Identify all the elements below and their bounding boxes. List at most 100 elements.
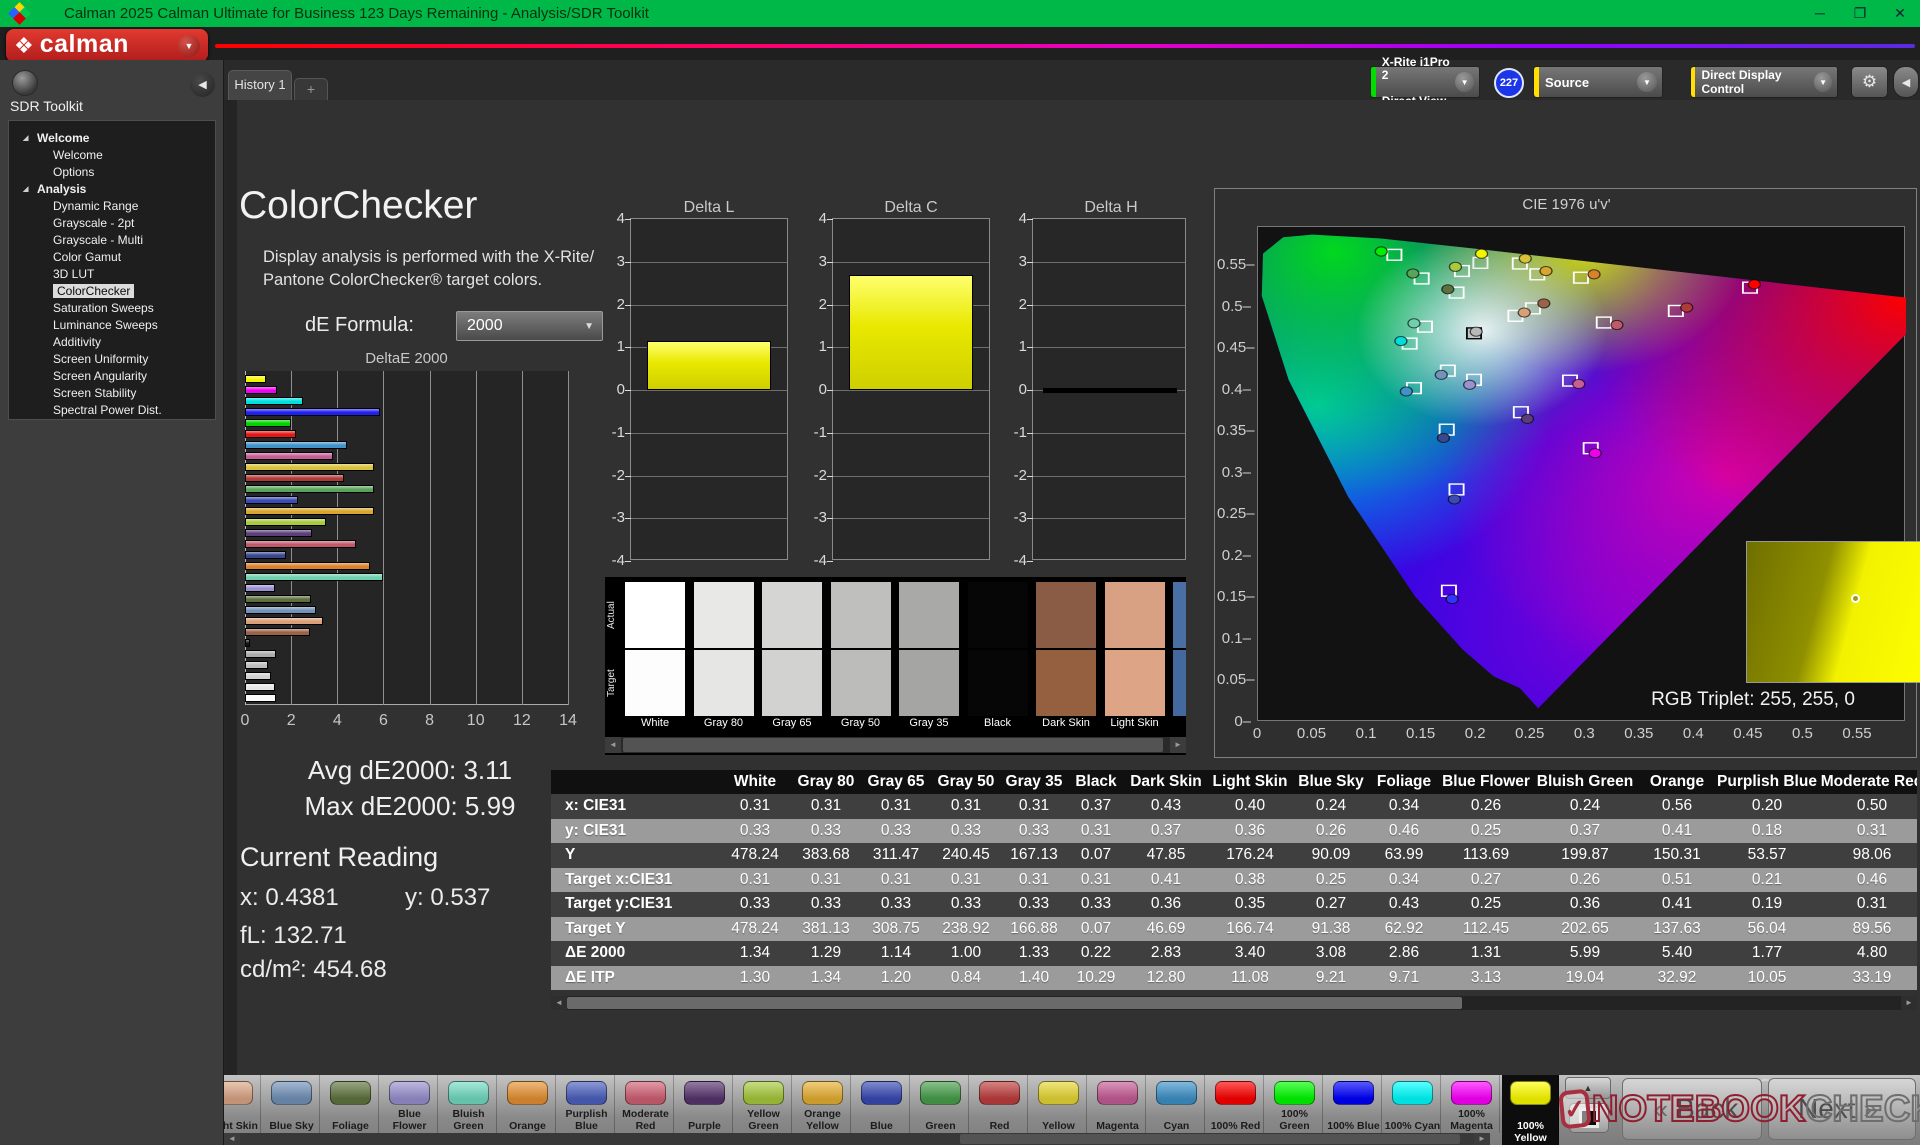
sidebar-item-dynamic-range[interactable]: Dynamic Range [9,197,215,214]
table-cell: Gray 50 [937,773,995,790]
patch-button-100-cyan[interactable]: 100% Cyan [1384,1075,1441,1133]
patch-button-orange-yellow[interactable]: Orange Yellow [794,1075,851,1133]
sidebar-item-analysis[interactable]: ◢ Analysis [9,180,215,197]
patch-button-100-green[interactable]: 100% Green [1266,1075,1323,1133]
patch-button-bluish-green[interactable]: Bluish Green [440,1075,497,1133]
patch-button-100-magenta[interactable]: 100% Magenta [1443,1075,1500,1133]
patch-button-yellow[interactable]: Yellow [1030,1075,1087,1133]
sidebar-item-label: Welcome [53,147,103,162]
patch-chip [743,1081,784,1105]
scrollbar-thumb[interactable] [960,1134,1460,1144]
scroll-left-icon[interactable]: ◄ [605,737,621,753]
minimize-button[interactable]: ─ [1800,0,1840,26]
sidebar-item-luminance-sweeps[interactable]: Luminance Sweeps [9,316,215,333]
strip-scrollbar[interactable]: ◄ ► [605,737,1186,753]
source-combo[interactable]: Source ▼ [1533,66,1663,98]
sidebar-collapse-button[interactable]: ◀ [190,72,215,97]
sidebar-item-screen-stability[interactable]: Screen Stability [9,384,215,401]
patch-button-purple[interactable]: Purple [676,1075,733,1133]
patch-button-moderate-red[interactable]: Moderate Red [617,1075,674,1133]
patch-button-100-yellow[interactable]: 100% Yellow [1502,1075,1559,1145]
sidebar-item-3d-lut[interactable]: 3D LUT [9,265,215,282]
next-button[interactable]: Next » [1768,1078,1916,1140]
sidebar-item-label: Luminance Sweeps [53,317,158,332]
stop-button[interactable] [1569,1103,1609,1133]
calman-dropdown-icon[interactable]: ▼ [178,34,200,57]
patch-button-100-blue[interactable]: 100% Blue [1325,1075,1382,1133]
add-tab-button[interactable]: + [294,78,328,100]
calman-menu-button[interactable]: ❖ calman ▼ [6,29,208,62]
scrollbar-thumb[interactable] [567,997,1462,1009]
patch-button-purplish-blue[interactable]: Purplish Blue [558,1075,615,1133]
y-tick [1027,261,1033,263]
sidebar-item-colorchecker[interactable]: ColorChecker [9,282,215,299]
scroll-right-icon[interactable]: ► [1170,737,1186,753]
target-swatch-white [625,650,685,716]
panel-collapse-button[interactable]: ◀ [1893,66,1919,98]
table-cell: 0.31 [739,797,771,815]
patch-bar-scrollbar[interactable]: ◄ ► [224,1133,1490,1145]
settings-button[interactable]: ⚙ [1851,66,1888,98]
sidebar-orb-button[interactable] [12,70,38,96]
scroll-left-icon[interactable]: ◄ [551,996,567,1010]
sidebar-item-screen-angularity[interactable]: Screen Angularity [9,367,215,384]
sidebar-item-welcome[interactable]: Welcome [9,146,215,163]
patch-bar-expand-button[interactable]: ▲ [1565,1077,1611,1099]
table-cell: 308.75 [872,919,920,937]
sidebar-item-screen-uniformity[interactable]: Screen Uniformity [9,350,215,367]
de-formula-select[interactable]: 2000 ▼ [456,311,603,341]
scroll-left-icon[interactable]: ◄ [224,1133,240,1145]
sidebar-item-saturation-sweeps[interactable]: Saturation Sweeps [9,299,215,316]
table-cell: 10.05 [1747,968,1787,986]
tree-expander-icon[interactable]: ◢ [23,134,33,142]
sidebar: ◀ SDR Toolkit ◢ Welcome Welcome Options ◢ Ana… [0,60,224,1145]
patch-label: Light Skin [224,1119,258,1132]
table-scrollbar[interactable]: ◄ ► [551,996,1917,1010]
maximize-button[interactable]: ❐ [1840,0,1880,26]
table-cell: Gray 65 [867,773,925,790]
cie-y-tick: 0.25– [1217,505,1255,523]
sidebar-item-welcome[interactable]: ◢ Welcome [9,129,215,146]
patch-button-green[interactable]: Green [912,1075,969,1133]
sidebar-item-label: Welcome [37,130,90,145]
sidebar-item-grayscale-2pt[interactable]: Grayscale - 2pt [9,214,215,231]
patch-button-blue-sky[interactable]: Blue Sky [263,1075,320,1133]
scroll-right-icon[interactable]: ► [1474,1133,1490,1145]
scroll-right-icon[interactable]: ► [1901,996,1917,1010]
sidebar-item-grayscale-multi[interactable]: Grayscale - Multi [9,231,215,248]
patch-chip [330,1081,371,1105]
chevron-down-icon[interactable]: ▼ [1455,72,1474,92]
patch-button-100-red[interactable]: 100% Red [1207,1075,1264,1133]
gridline [631,475,787,477]
gridline [568,371,569,705]
table-cell: 0.07 [1080,846,1112,864]
table-cell: 3.40 [1234,944,1266,962]
sidebar-item-additivity[interactable]: Additivity [9,333,215,350]
close-button[interactable]: ✕ [1880,0,1920,26]
sidebar-item-spectral-power-dist-[interactable]: Spectral Power Dist. [9,401,215,418]
patch-button-magenta[interactable]: Magenta [1089,1075,1146,1133]
sidebar-item-label: Screen Stability [53,385,137,400]
patch-button-yellow-green[interactable]: Yellow Green [735,1075,792,1133]
back-button[interactable]: « Back [1622,1078,1762,1140]
table-cell: 0.25 [1470,895,1502,913]
meter-combo[interactable]: X-Rite i1Pro 2 Direct View ▼ [1370,56,1480,108]
patch-chip [271,1081,312,1105]
tree-expander-icon[interactable]: ◢ [23,185,33,193]
chevron-down-icon[interactable]: ▼ [1814,72,1832,92]
x-tick-label: 8 [425,712,435,729]
patch-button-blue-flower[interactable]: Blue Flower [381,1075,438,1133]
sidebar-item-color-gamut[interactable]: Color Gamut [9,248,215,265]
page-title: ColorChecker [239,184,478,227]
patch-button-light-skin[interactable]: Light Skin [224,1075,261,1133]
patch-button-orange[interactable]: Orange [499,1075,556,1133]
patch-button-cyan[interactable]: Cyan [1148,1075,1205,1133]
display-control-combo[interactable]: Direct Display Control ▼ [1690,66,1838,98]
tab-history-1[interactable]: History 1 [228,70,292,100]
patch-button-blue[interactable]: Blue [853,1075,910,1133]
chevron-down-icon[interactable]: ▼ [1637,72,1657,92]
patch-button-red[interactable]: Red [971,1075,1028,1133]
scrollbar-thumb[interactable] [623,738,1163,752]
sidebar-item-options[interactable]: Options [9,163,215,180]
patch-button-foliage[interactable]: Foliage [322,1075,379,1133]
